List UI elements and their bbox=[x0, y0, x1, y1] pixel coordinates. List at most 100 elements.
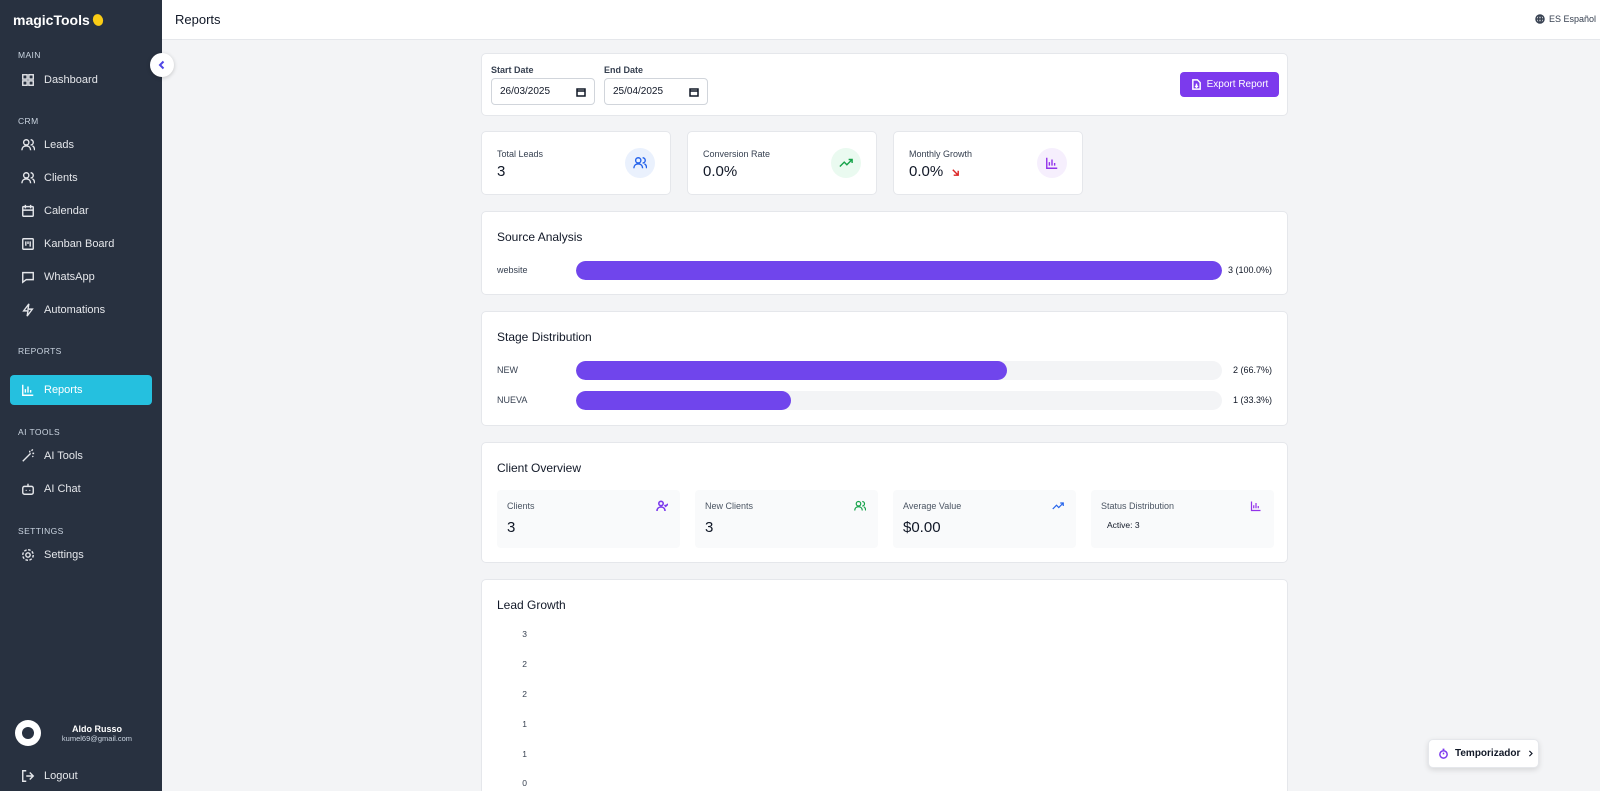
section-title: Client Overview bbox=[497, 461, 582, 475]
end-date-input[interactable]: 25/04/2025 bbox=[604, 78, 708, 105]
language-label: ES Español bbox=[1548, 14, 1596, 24]
progress-track bbox=[576, 391, 1222, 410]
page-title: Reports bbox=[175, 12, 221, 27]
users-icon bbox=[21, 139, 35, 151]
client-stat-status-distribution: Status Distribution Active: 3 bbox=[1091, 490, 1274, 548]
sidebar: magicTools MAIN Dashboard CRM Leads Clie… bbox=[0, 0, 162, 791]
sidebar-item-clients[interactable]: Clients bbox=[10, 163, 152, 193]
app-name: magicTools bbox=[13, 12, 90, 28]
end-date-value: 25/04/2025 bbox=[613, 86, 664, 97]
client-stat-average-value: Average Value $0.00 bbox=[893, 490, 1076, 548]
gear-icon bbox=[22, 549, 34, 561]
end-date-label: End Date bbox=[604, 65, 644, 75]
sidebar-item-label: Reports bbox=[44, 384, 83, 396]
sidebar-item-label: AI Chat bbox=[44, 483, 81, 495]
sidebar-collapse-button[interactable] bbox=[150, 53, 174, 77]
chevron-right-icon bbox=[1529, 750, 1534, 757]
section-reports: REPORTS bbox=[18, 346, 62, 356]
sidebar-item-label: WhatsApp bbox=[44, 271, 95, 283]
bar-chart-icon bbox=[22, 384, 34, 396]
stat-value: 3 bbox=[497, 163, 506, 180]
client-stat-value: 3 bbox=[705, 519, 714, 536]
user-check-icon bbox=[656, 500, 668, 512]
calendar-icon bbox=[576, 87, 586, 97]
section-title: Lead Growth bbox=[497, 598, 566, 612]
client-stat-label: Average Value bbox=[903, 501, 962, 511]
sidebar-item-dashboard[interactable]: Dashboard bbox=[10, 65, 152, 95]
progress-track bbox=[576, 361, 1222, 380]
wand-icon bbox=[22, 449, 35, 462]
trending-up-icon bbox=[831, 148, 861, 178]
date-filter-card: Start Date 26/03/2025 End Date 25/04/202… bbox=[481, 53, 1288, 116]
user-email: kumel69@gmail.com bbox=[61, 733, 133, 743]
section-title: Stage Distribution bbox=[497, 330, 592, 344]
calendar-icon bbox=[689, 87, 699, 97]
stat-label: Monthly Growth bbox=[909, 149, 973, 159]
sidebar-item-kanban-board[interactable]: Kanban Board bbox=[10, 229, 152, 259]
top-bar: Reports ES Español bbox=[162, 0, 1600, 40]
sidebar-item-label: Kanban Board bbox=[44, 238, 115, 250]
user-profile[interactable]: Aldo Russo kumel69@gmail.com bbox=[15, 720, 155, 746]
globe-icon bbox=[1535, 14, 1545, 24]
logout-icon bbox=[22, 770, 35, 782]
y-tick-label: 1 bbox=[522, 749, 527, 759]
stat-value-text: 0.0% bbox=[909, 163, 944, 180]
dashboard-icon bbox=[22, 74, 34, 86]
export-label: Export Report bbox=[1206, 79, 1269, 90]
sidebar-item-whatsapp[interactable]: WhatsApp bbox=[10, 262, 152, 292]
app-logo[interactable]: magicTools bbox=[13, 12, 105, 28]
timer-button[interactable]: Temporizador bbox=[1428, 739, 1539, 768]
stat-card-total-leads: Total Leads 3 bbox=[481, 131, 671, 195]
lead-growth-card: Lead Growth 3 2 2 1 1 0 bbox=[481, 579, 1288, 791]
sidebar-item-label: Dashboard bbox=[44, 74, 98, 86]
stat-card-conversion-rate: Conversion Rate 0.0% bbox=[687, 131, 877, 195]
sidebar-item-settings[interactable]: Settings bbox=[10, 540, 152, 570]
stage-value: 1 (33.3%) bbox=[1232, 395, 1272, 405]
client-stat-value: 3 bbox=[507, 519, 516, 536]
client-stat-clients: Clients 3 bbox=[497, 490, 680, 548]
sidebar-item-label: Leads bbox=[44, 139, 74, 151]
client-stat-label: Clients bbox=[507, 501, 535, 511]
start-date-input[interactable]: 26/03/2025 bbox=[491, 78, 595, 105]
sidebar-item-calendar[interactable]: Calendar bbox=[10, 196, 152, 226]
sidebar-item-reports[interactable]: Reports bbox=[10, 375, 152, 405]
client-stat-label: New Clients bbox=[705, 501, 754, 511]
trending-up-icon bbox=[1052, 502, 1064, 510]
arrow-down-right-icon bbox=[952, 168, 960, 176]
sidebar-item-label: Calendar bbox=[44, 205, 89, 217]
sidebar-item-automations[interactable]: Automations bbox=[10, 295, 152, 325]
stage-label: NEW bbox=[497, 365, 518, 375]
lemon-icon bbox=[91, 12, 105, 28]
y-tick-label: 2 bbox=[522, 659, 527, 669]
user-name: Aldo Russo bbox=[71, 723, 122, 734]
section-title: Source Analysis bbox=[497, 230, 583, 244]
sidebar-item-ai-chat[interactable]: AI Chat bbox=[10, 474, 152, 504]
stopwatch-icon bbox=[1439, 748, 1448, 759]
stat-value: 0.0% bbox=[909, 163, 960, 180]
section-crm: CRM bbox=[18, 116, 39, 126]
kanban-icon bbox=[22, 238, 34, 250]
language-switcher[interactable]: ES Español bbox=[1535, 14, 1596, 24]
source-analysis-card: Source Analysis website 3 (100.0%) bbox=[481, 211, 1288, 295]
export-report-button[interactable]: Export Report bbox=[1180, 72, 1279, 97]
y-tick-label: 2 bbox=[522, 689, 527, 699]
bar-chart-icon bbox=[1250, 501, 1261, 512]
client-stat-value: Active: 3 bbox=[1107, 520, 1140, 530]
bot-icon bbox=[22, 483, 34, 495]
logout-button[interactable]: Logout bbox=[10, 761, 152, 791]
client-stat-new-clients: New Clients 3 bbox=[695, 490, 878, 548]
y-tick-label: 0 bbox=[522, 778, 527, 788]
stat-label: Conversion Rate bbox=[703, 149, 771, 159]
sidebar-item-leads[interactable]: Leads bbox=[10, 130, 152, 160]
stat-label: Total Leads bbox=[497, 149, 544, 159]
y-tick-label: 1 bbox=[522, 719, 527, 729]
avatar bbox=[15, 720, 41, 746]
bar-chart-icon bbox=[1037, 148, 1067, 178]
section-ai-tools: AI TOOLS bbox=[18, 427, 61, 437]
stage-value: 2 (66.7%) bbox=[1232, 365, 1272, 375]
client-overview-card: Client Overview Clients 3 New Clients 3 … bbox=[481, 442, 1288, 563]
sidebar-item-ai-tools[interactable]: AI Tools bbox=[10, 441, 152, 471]
chevron-left-icon bbox=[158, 60, 165, 70]
users-icon bbox=[625, 148, 655, 178]
progress-track bbox=[576, 261, 1222, 280]
